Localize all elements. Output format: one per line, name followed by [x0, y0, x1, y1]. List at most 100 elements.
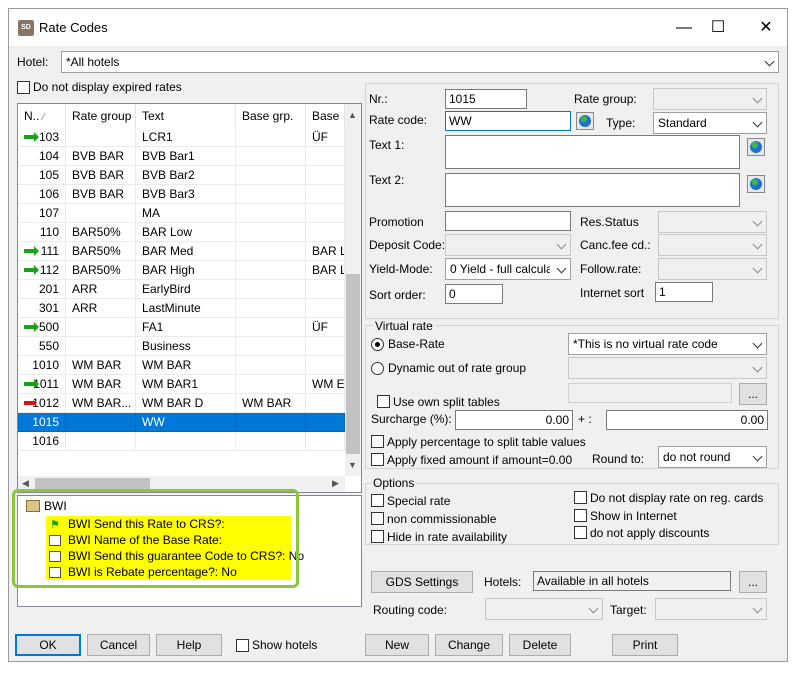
base-rate-radio[interactable] — [371, 338, 384, 351]
grid-header-nr[interactable]: N.. ∕ — [18, 104, 66, 128]
split-browse-button[interactable]: ... — [739, 383, 767, 405]
text2-field[interactable] — [445, 173, 740, 207]
cell-nr: 104 — [18, 147, 66, 166]
gds-settings-button[interactable]: GDS Settings — [371, 571, 473, 593]
table-row[interactable]: 1010 WM BAR WM BAR — [18, 356, 345, 375]
table-row[interactable]: 111 BAR50% BAR Med BAR L — [18, 242, 345, 261]
table-row[interactable]: 201 ARR EarlyBird — [18, 280, 345, 299]
surcharge-field[interactable]: 0.00 — [455, 410, 573, 430]
table-row[interactable]: 1011 WM BAR WM BAR1 WM E — [18, 375, 345, 394]
nr-field[interactable]: 1015 — [445, 89, 527, 109]
scroll-down-icon[interactable]: ▼ — [348, 460, 357, 470]
expired-checkbox[interactable] — [17, 81, 30, 94]
table-row[interactable]: 106 BVB BAR BVB Bar3 — [18, 185, 345, 204]
cancel-button[interactable]: Cancel — [87, 634, 150, 656]
hotels-browse-button[interactable]: ... — [739, 571, 767, 593]
table-row[interactable]: 550 Business — [18, 337, 345, 356]
print-button[interactable]: Print — [612, 634, 678, 656]
cell-basegrp — [236, 147, 306, 166]
promotion-field[interactable] — [445, 211, 571, 231]
cell-text: ÜF — [312, 320, 328, 334]
sort-order-field[interactable]: 0 — [445, 284, 503, 304]
special-rate-checkbox[interactable] — [371, 494, 384, 507]
show-internet-checkbox[interactable] — [574, 509, 587, 522]
minimize-button[interactable]: — — [669, 17, 699, 39]
apply-fixed-label: Apply fixed amount if amount=0.00 — [387, 453, 573, 467]
cell-text: ARR — [72, 301, 98, 315]
routing-code-select[interactable] — [485, 598, 603, 620]
table-row[interactable]: 1016 — [18, 432, 345, 451]
follow-rate-select[interactable] — [658, 258, 767, 280]
own-split-checkbox[interactable] — [377, 395, 390, 408]
round-to-select[interactable]: do not round — [658, 446, 767, 468]
virtual-rate-legend: Virtual rate — [373, 319, 435, 333]
scroll-right-icon[interactable]: ▶ — [332, 478, 339, 489]
maximize-button[interactable]: ☐ — [703, 17, 733, 39]
cell-nr: 111 — [18, 242, 66, 261]
table-row[interactable]: 110 BAR50% BAR Low — [18, 223, 345, 242]
apply-percentage-checkbox[interactable] — [371, 435, 384, 448]
scroll-left-icon[interactable]: ◀ — [22, 478, 29, 489]
hide-availability-label: Hide in rate availability — [387, 530, 508, 544]
yield-mode-select[interactable]: 0 Yield - full calculation — [445, 258, 571, 280]
table-row[interactable]: 103 LCR1 ÜF — [18, 128, 345, 147]
table-row[interactable]: 1012 WM BAR... WM BAR D WM BAR — [18, 394, 345, 413]
globe-icon[interactable] — [747, 175, 765, 193]
dynamic-select[interactable] — [568, 357, 767, 379]
ok-button[interactable]: OK — [15, 634, 81, 656]
grid-header-text[interactable]: Text — [136, 104, 236, 128]
hotels-field[interactable]: Available in all hotels — [533, 571, 731, 591]
type-select[interactable]: Standard — [653, 112, 767, 134]
cell-nr: 112 — [18, 261, 66, 280]
cell-nr: 301 — [18, 299, 66, 318]
cell-text: 1012 — [32, 396, 59, 410]
res-status-select[interactable] — [658, 211, 767, 233]
deposit-code-select[interactable] — [445, 234, 571, 256]
canc-fee-select[interactable] — [658, 234, 767, 256]
dynamic-radio[interactable] — [371, 362, 384, 375]
change-button[interactable]: Change — [435, 634, 503, 656]
table-row[interactable]: 105 BVB BAR BVB Bar2 — [18, 166, 345, 185]
table-row[interactable]: 107 MA — [18, 204, 345, 223]
rate-code-field[interactable]: WW — [445, 111, 571, 131]
hide-availability-checkbox[interactable] — [371, 530, 384, 543]
table-row[interactable]: 112 BAR50% BAR High BAR L — [18, 261, 345, 280]
globe-icon[interactable] — [576, 112, 594, 130]
app-logo-icon: SD — [18, 20, 34, 36]
grid-header-base[interactable]: Base — [306, 104, 345, 128]
new-button[interactable]: New — [365, 634, 429, 656]
close-button[interactable]: ✕ — [751, 17, 781, 39]
table-row[interactable]: 500 FA1 ÜF — [18, 318, 345, 337]
grid-header-rate-group[interactable]: Rate group — [66, 104, 136, 128]
split-table-field[interactable] — [568, 383, 732, 403]
no-reg-cards-checkbox[interactable] — [574, 491, 587, 504]
hotel-select[interactable]: *All hotels — [61, 51, 779, 73]
globe-icon[interactable] — [747, 138, 765, 156]
target-select[interactable] — [655, 598, 767, 620]
scroll-up-icon[interactable]: ▲ — [348, 110, 357, 120]
help-button[interactable]: Help — [156, 634, 222, 656]
plus-amount-field[interactable]: 0.00 — [606, 410, 768, 430]
hotel-label: Hotel: — [17, 55, 49, 69]
text1-field[interactable] — [445, 135, 740, 169]
internet-sort-field[interactable]: 1 — [655, 282, 713, 302]
base-rate-select[interactable]: *This is no virtual rate code — [568, 333, 767, 355]
grid-header-base-group[interactable]: Base grp. — [236, 104, 306, 128]
no-discounts-checkbox[interactable] — [574, 526, 587, 539]
cell-text: WW — [136, 413, 236, 432]
cell-text: BAR High — [142, 263, 195, 277]
table-row[interactable]: 301 ARR LastMinute — [18, 299, 345, 318]
table-row[interactable]: 104 BVB BAR BVB Bar1 — [18, 147, 345, 166]
cell-basegrp — [236, 356, 306, 375]
cell-basegrp — [236, 223, 306, 242]
table-row[interactable]: 1015 WW — [18, 413, 345, 432]
delete-button[interactable]: Delete — [509, 634, 571, 656]
grid-vertical-scrollbar[interactable]: ▲ ▼ — [345, 104, 361, 476]
non-commissionable-checkbox[interactable] — [371, 512, 384, 525]
rate-group-select[interactable] — [653, 88, 767, 110]
cell-text: 106 — [38, 187, 59, 201]
scroll-thumb[interactable] — [346, 274, 360, 454]
show-hotels-checkbox[interactable] — [236, 639, 249, 652]
cell-group: BAR50% — [66, 242, 136, 261]
apply-fixed-checkbox[interactable] — [371, 453, 384, 466]
